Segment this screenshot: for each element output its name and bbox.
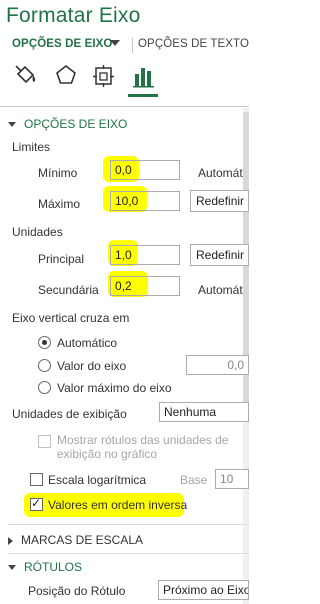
show-display-units-checkbox[interactable] <box>38 435 51 448</box>
label-position-select[interactable]: Próximo ao Eixo <box>158 580 249 600</box>
section-tick-marks-title: MARCAS DE ESCALA <box>21 533 144 547</box>
reverse-order-checkbox[interactable] <box>30 496 43 511</box>
divider <box>8 553 249 554</box>
section-axis-options-header[interactable]: OPÇÕES DE EIXO <box>8 117 127 131</box>
chevron-down-icon[interactable] <box>110 40 120 46</box>
show-display-units-label-2: exibição no gráfico <box>57 447 158 461</box>
maximum-label: Máximo <box>38 197 81 211</box>
show-display-units-label-1: Mostrar rótulos das unidades de <box>57 433 229 447</box>
collapse-triangle-icon <box>8 565 16 571</box>
crosses-value-radio[interactable] <box>38 359 51 372</box>
log-scale-checkbox[interactable] <box>30 473 43 486</box>
divider <box>0 106 249 107</box>
size-properties-icon[interactable] <box>90 62 118 90</box>
units-label: Unidades <box>12 225 63 239</box>
pentagon-icon[interactable] <box>52 62 80 90</box>
log-base-input[interactable]: 10 <box>215 469 249 489</box>
section-labels-title: RÓTULOS <box>24 560 83 574</box>
panel-title: Formatar Eixo <box>6 4 141 27</box>
crosses-value-label[interactable]: Valor do eixo <box>57 359 126 373</box>
expand-triangle-icon <box>8 536 13 545</box>
minor-unit-input[interactable]: 0,2 <box>110 276 180 296</box>
divider <box>8 524 249 525</box>
maximum-input[interactable]: 10,0 <box>110 191 180 211</box>
collapse-triangle-icon <box>8 122 16 128</box>
maximum-reset-button[interactable]: Redefinir <box>190 190 249 212</box>
minor-unit-label: Secundária <box>38 283 99 297</box>
category-icons <box>0 62 249 98</box>
panel-tabs: OPÇÕES DE EIXO OPÇÕES DE TEXTO <box>0 38 249 54</box>
display-units-label: Unidades de exibição <box>12 407 127 421</box>
display-units-select[interactable]: Nenhuma <box>159 402 249 422</box>
crosses-auto-label[interactable]: Automático <box>57 336 117 350</box>
section-labels-header[interactable]: RÓTULOS <box>8 560 82 574</box>
log-base-label: Base <box>180 473 208 487</box>
crosses-value-input[interactable]: 0,0 <box>186 355 249 375</box>
limits-label: Limites <box>12 140 51 154</box>
tab-axis-options[interactable]: OPÇÕES DE EIXO <box>12 38 112 50</box>
major-unit-input[interactable]: 1,0 <box>110 245 180 265</box>
section-tick-marks-header[interactable]: MARCAS DE ESCALA <box>8 533 143 547</box>
section-axis-options-title: OPÇÕES DE EIXO <box>24 117 128 131</box>
minor-unit-auto-button[interactable]: Automát <box>198 283 243 297</box>
crosses-label: Eixo vertical cruza em <box>12 311 130 325</box>
label-position-label: Posição do Rótulo <box>28 584 126 598</box>
log-scale-label[interactable]: Escala logarítmica <box>48 473 146 487</box>
minimum-input[interactable]: 0,0 <box>110 160 180 180</box>
minimum-label: Mínimo <box>38 166 78 180</box>
minimum-auto-button[interactable]: Automát <box>198 166 243 180</box>
major-unit-label: Principal <box>38 252 85 266</box>
active-category-indicator <box>128 94 158 97</box>
reverse-order-label[interactable]: Valores em ordem inversa <box>48 498 187 512</box>
bar-chart-icon[interactable] <box>130 62 158 90</box>
crosses-auto-radio[interactable] <box>38 336 51 349</box>
fill-bucket-icon[interactable] <box>12 62 40 90</box>
tab-text-options[interactable]: OPÇÕES DE TEXTO <box>138 38 249 50</box>
crosses-max-label[interactable]: Valor máximo do eixo <box>57 381 172 395</box>
crosses-max-radio[interactable] <box>38 381 51 394</box>
major-unit-reset-button[interactable]: Redefinir <box>190 244 249 266</box>
tab-separator <box>132 38 133 53</box>
